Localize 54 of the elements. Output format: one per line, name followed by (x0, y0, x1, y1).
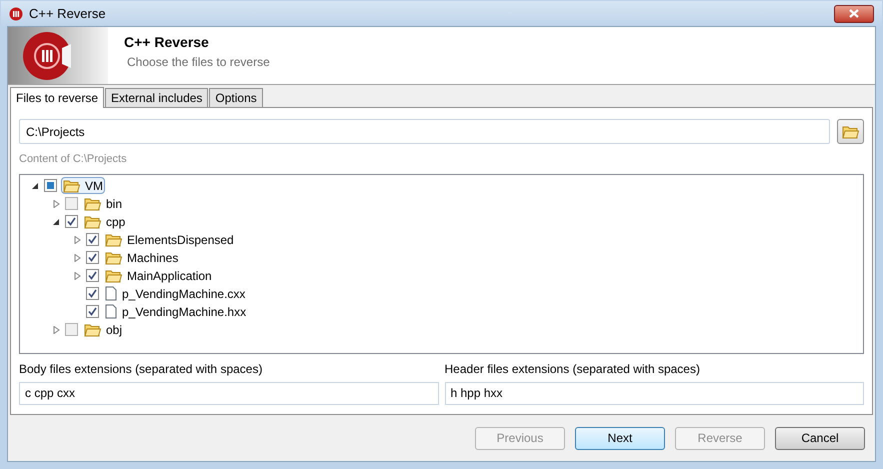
tree-checkbox[interactable] (86, 305, 99, 318)
tree-item[interactable]: bin (82, 195, 124, 212)
tree-item[interactable]: VM (61, 177, 105, 194)
dialog-button[interactable]: Cancel (775, 426, 865, 450)
collapse-arrow-icon[interactable] (52, 218, 60, 226)
file-icon (105, 304, 117, 319)
tree-item[interactable]: obj (82, 321, 124, 338)
tree-item[interactable]: MainApplication (103, 267, 214, 284)
tree-checkbox[interactable] (86, 287, 99, 300)
expand-arrow-icon[interactable] (74, 236, 80, 244)
header-title: C++ Reverse (124, 33, 210, 52)
tree-checkbox[interactable] (86, 233, 99, 246)
expand-arrow-icon[interactable] (52, 200, 60, 208)
expand-arrow-icon[interactable] (74, 254, 80, 262)
file-icon (105, 286, 117, 301)
folder-icon (105, 250, 122, 264)
close-button[interactable] (834, 4, 874, 22)
path-field[interactable]: C:\Projects (19, 119, 830, 144)
window-title: C++ Reverse (29, 4, 106, 23)
tree-item[interactable]: p_VendingMachine.hxx (103, 303, 248, 320)
tree-item[interactable]: p_VendingMachine.cxx (103, 285, 248, 302)
content-label: Content of C:\Projects (19, 152, 128, 167)
tab[interactable]: External includes (105, 88, 208, 107)
tree-checkbox[interactable] (65, 215, 78, 228)
tree-checkbox[interactable] (44, 179, 57, 192)
logo-icon (22, 30, 72, 80)
header-extensions-field[interactable]: h hpp hxx (444, 382, 864, 404)
tree-item[interactable]: Machines (103, 249, 180, 266)
body-extensions-field[interactable]: c cpp cxx (19, 382, 438, 404)
folder-icon (105, 268, 122, 282)
folder-icon (105, 232, 122, 246)
dialog-button[interactable]: Next (575, 426, 665, 450)
close-icon (849, 9, 859, 18)
header-subtitle: Choose the files to reverse (126, 54, 270, 71)
tree-item[interactable]: ElementsDispensed (103, 231, 236, 248)
tab[interactable]: Options (209, 88, 263, 107)
folder-icon (842, 124, 859, 138)
field-label: Body files extensions (separated with spaces) (19, 360, 264, 378)
app-icon (9, 6, 23, 20)
field-label: Header files extensions (separated with spaces) (444, 360, 701, 378)
folder-icon (84, 322, 101, 336)
collapse-arrow-icon[interactable] (32, 182, 38, 190)
tree-checkbox[interactable] (86, 251, 99, 264)
folder-icon (84, 196, 101, 210)
folder-icon (84, 214, 101, 228)
tree-checkbox[interactable] (86, 269, 99, 282)
tab[interactable]: Files to reverse (10, 87, 104, 108)
browse-button[interactable] (837, 119, 864, 144)
expand-arrow-icon[interactable] (52, 326, 60, 334)
tree-checkbox[interactable] (65, 323, 78, 336)
tree-checkbox[interactable] (65, 197, 78, 210)
folder-icon (63, 178, 80, 192)
expand-arrow-icon[interactable] (74, 272, 80, 280)
tree-item[interactable]: cpp (82, 213, 128, 230)
